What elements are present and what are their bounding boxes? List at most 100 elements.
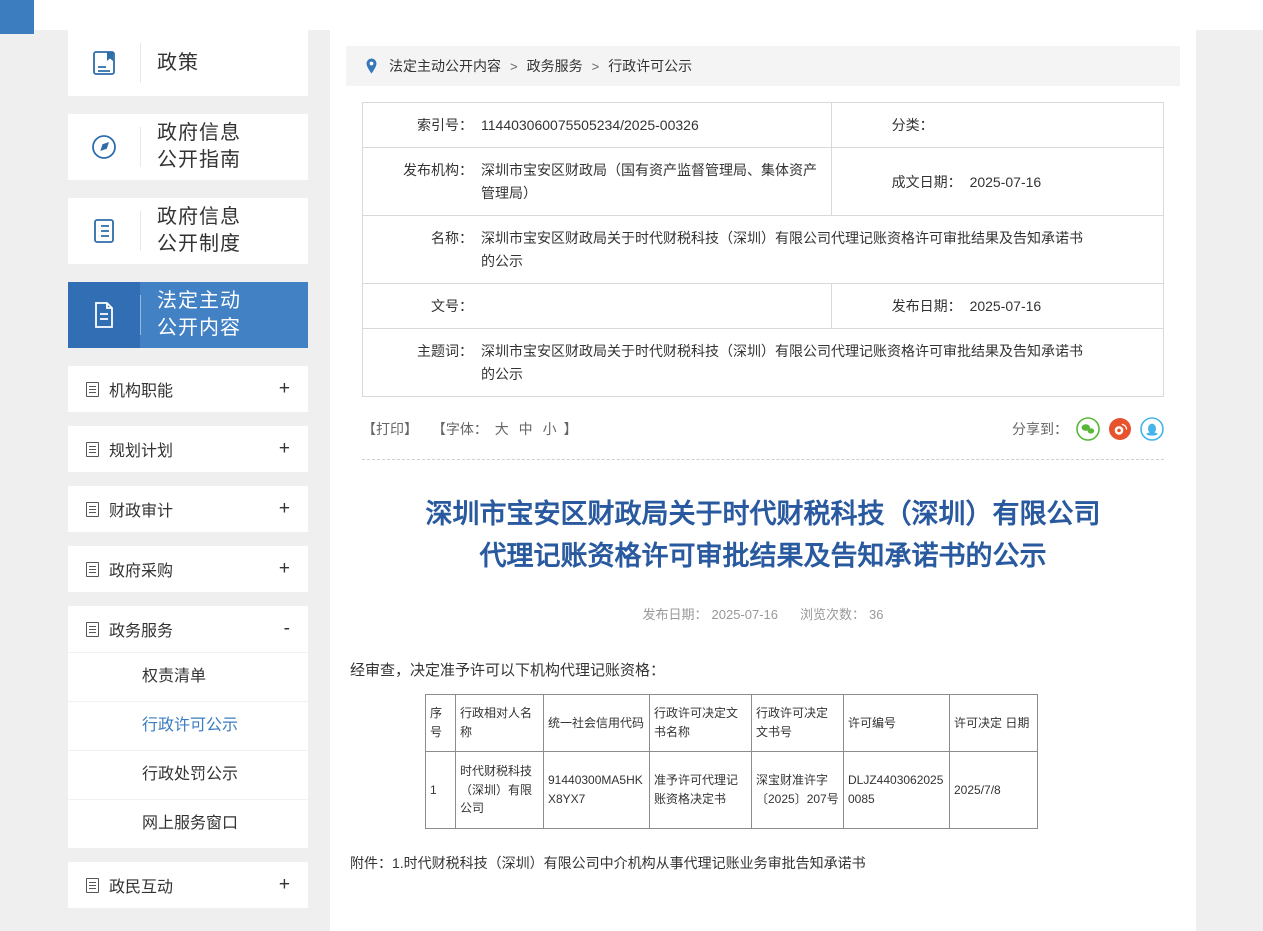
cell-decision-doc-name: 准予许可代理记账资格决定书 (650, 751, 752, 828)
menu-item-label: 机构职能 (109, 377, 173, 401)
cell-decision-date: 2025/7/8 (950, 751, 1038, 828)
menu-item-government-services[interactable]: 政务服务 - (68, 606, 308, 652)
minus-icon: - (284, 618, 290, 640)
font-size-medium-button[interactable]: 中 (519, 421, 533, 437)
sidebar-item-info-system[interactable]: 政府信息公开制度 (68, 198, 308, 264)
breadcrumb-item-services[interactable]: 政务服务 (527, 56, 583, 76)
document-meta-table: 索引号： 114403060075505234/2025-00326 分类： 发… (362, 102, 1164, 397)
doc-name-value: 深圳市宝安区财政局关于时代财税科技（深圳）有限公司代理记账资格许可审批结果及告知… (473, 227, 1163, 272)
doc-name-label: 名称： (363, 227, 473, 272)
sidebar-menu-planning: 规划计划 + (68, 426, 308, 472)
plus-icon: + (279, 378, 290, 400)
menu-item-label: 财政审计 (109, 497, 173, 521)
category-value (934, 114, 942, 136)
font-size-large-button[interactable]: 大 (495, 421, 509, 437)
table-row: 索引号： 114403060075505234/2025-00326 分类： (363, 103, 1164, 148)
sidebar-menu-government-services: 政务服务 - 权责清单 行政许可公示 行政处罚公示 网上服务窗口 (68, 606, 308, 848)
publisher-value: 深圳市宝安区财政局（国有资产监督管理局、集体资产管理局） (473, 159, 831, 204)
book-icon (68, 30, 140, 96)
breadcrumb: 法定主动公开内容 > 政务服务 > 行政许可公示 (346, 46, 1180, 86)
plus-icon: + (279, 498, 290, 520)
publish-date-value: 2025-07-16 (962, 295, 1042, 317)
sidebar-item-policy[interactable]: 政策 (68, 30, 308, 96)
menu-item-label: 政民互动 (109, 873, 173, 897)
table-row: 名称： 深圳市宝安区财政局关于时代财税科技（深圳）有限公司代理记账资格许可审批结… (363, 216, 1164, 284)
plus-icon: + (279, 438, 290, 460)
breadcrumb-item-license-publicity[interactable]: 行政许可公示 (608, 56, 692, 76)
cell-credit-code: 91440300MA5HKX8YX7 (544, 751, 650, 828)
menu-item-audit[interactable]: 财政审计 + (68, 486, 308, 532)
menu-item-label: 政务服务 (109, 617, 173, 641)
list-icon (68, 198, 140, 264)
top-strip (0, 0, 1263, 30)
page-icon (86, 562, 99, 577)
sidebar-item-info-guide[interactable]: 政府信息公开指南 (68, 114, 308, 180)
table-row: 1 时代财税科技（深圳）有限公司 91440300MA5HKX8YX7 准予许可… (426, 751, 1038, 828)
page-icon (86, 502, 99, 517)
sidebar: 政策 政府信息公开指南 政府信息公开制度 (68, 30, 308, 931)
cell-serial-number: 1 (426, 751, 456, 828)
page-icon (86, 382, 99, 397)
page-icon (86, 622, 99, 637)
written-date-label: 成文日期： (892, 171, 962, 193)
cell-counterpart-name: 时代财税科技（深圳）有限公司 (456, 751, 544, 828)
doc-number-value (473, 295, 831, 317)
publish-date-label: 发布日期： (892, 295, 962, 317)
col-credit-code: 统一社会信用代码 (544, 694, 650, 751)
submenu-item-admin-license-publicity[interactable]: 行政许可公示 (68, 701, 308, 750)
menu-item-planning[interactable]: 规划计划 + (68, 426, 308, 472)
col-counterpart-name: 行政相对人名称 (456, 694, 544, 751)
page-title: 深圳市宝安区财政局关于时代财税科技（深圳）有限公司代理记账资格许可审批结果及告知… (413, 494, 1113, 578)
share-label: 分享到： (1012, 419, 1068, 439)
plus-icon: + (279, 558, 290, 580)
table-row: 发布机构： 深圳市宝安区财政局（国有资产监督管理局、集体资产管理局） 成文日期：… (363, 148, 1164, 216)
doc-number-label: 文号： (363, 295, 473, 317)
col-license-number: 许可编号 (844, 694, 950, 751)
view-count: 36 (869, 607, 883, 622)
cell-decision-doc-number: 深宝财准许字〔2025〕207号 (752, 751, 844, 828)
sidebar-item-label: 政府信息公开制度 (141, 204, 253, 258)
toolbar-left: 【打印】 【字体： 大 中 小 】 (362, 419, 577, 439)
dashed-divider (362, 459, 1164, 460)
category-label: 分类： (892, 114, 934, 136)
print-button[interactable]: 【打印】 (362, 421, 418, 437)
sidebar-item-label: 政策 (141, 50, 199, 77)
attachment-link[interactable]: 附件：1.时代财税科技（深圳）有限公司中介机构从事代理记账业务审批告知承诺书 (350, 853, 1180, 873)
submenu-item-admin-penalty-publicity[interactable]: 行政处罚公示 (68, 750, 308, 799)
page-icon (86, 442, 99, 457)
publish-info: 发布日期：2025-07-16浏览次数：36 (346, 604, 1180, 623)
compass-icon (68, 114, 140, 180)
article-intro: 经审查，决定准予许可以下机构代理记账资格： (350, 659, 1180, 680)
breadcrumb-item-statutory[interactable]: 法定主动公开内容 (389, 56, 501, 76)
weibo-share-icon[interactable] (1108, 417, 1132, 441)
font-size-label: 【字体： (432, 421, 488, 437)
table-row: 主题词： 深圳市宝安区财政局关于时代财税科技（深圳）有限公司代理记账资格许可审批… (363, 329, 1164, 397)
submenu-item-online-service-window[interactable]: 网上服务窗口 (68, 799, 308, 848)
col-decision-doc-number: 行政许可决定文书号 (752, 694, 844, 751)
font-size-label-close: 】 (563, 421, 577, 437)
sidebar-item-label: 政府信息公开指南 (141, 120, 253, 174)
license-result-table: 序号 行政相对人名称 统一社会信用代码 行政许可决定文书名称 行政许可决定文书号… (425, 694, 1038, 829)
location-pin-icon (364, 57, 379, 75)
publish-date: 2025-07-16 (712, 607, 779, 622)
sidebar-menu-organ-functions: 机构职能 + (68, 366, 308, 412)
subject-words-value: 深圳市宝安区财政局关于时代财税科技（深圳）有限公司代理记账资格许可审批结果及告知… (473, 340, 1163, 385)
menu-item-procurement[interactable]: 政府采购 + (68, 546, 308, 592)
table-row: 文号： 发布日期： 2025-07-16 (363, 283, 1164, 328)
written-date-value: 2025-07-16 (962, 171, 1042, 193)
qq-share-icon[interactable] (1140, 417, 1164, 441)
index-number-label: 索引号： (363, 114, 473, 136)
col-serial-number: 序号 (426, 694, 456, 751)
font-size-small-button[interactable]: 小 (543, 421, 557, 437)
col-decision-doc-name: 行政许可决定文书名称 (650, 694, 752, 751)
index-number-value: 114403060075505234/2025-00326 (473, 114, 831, 136)
wechat-share-icon[interactable] (1076, 417, 1100, 441)
menu-item-public-interaction[interactable]: 政民互动 + (68, 862, 308, 908)
article-toolbar: 【打印】 【字体： 大 中 小 】 分享到： (362, 417, 1164, 441)
sidebar-menu-procurement: 政府采购 + (68, 546, 308, 592)
plus-icon: + (279, 874, 290, 896)
submenu-item-duty-list[interactable]: 权责清单 (68, 652, 308, 701)
menu-item-organ-functions[interactable]: 机构职能 + (68, 366, 308, 412)
sidebar-item-label: 法定主动公开内容 (141, 288, 253, 342)
sidebar-item-statutory-disclosure[interactable]: 法定主动公开内容 (68, 282, 308, 348)
